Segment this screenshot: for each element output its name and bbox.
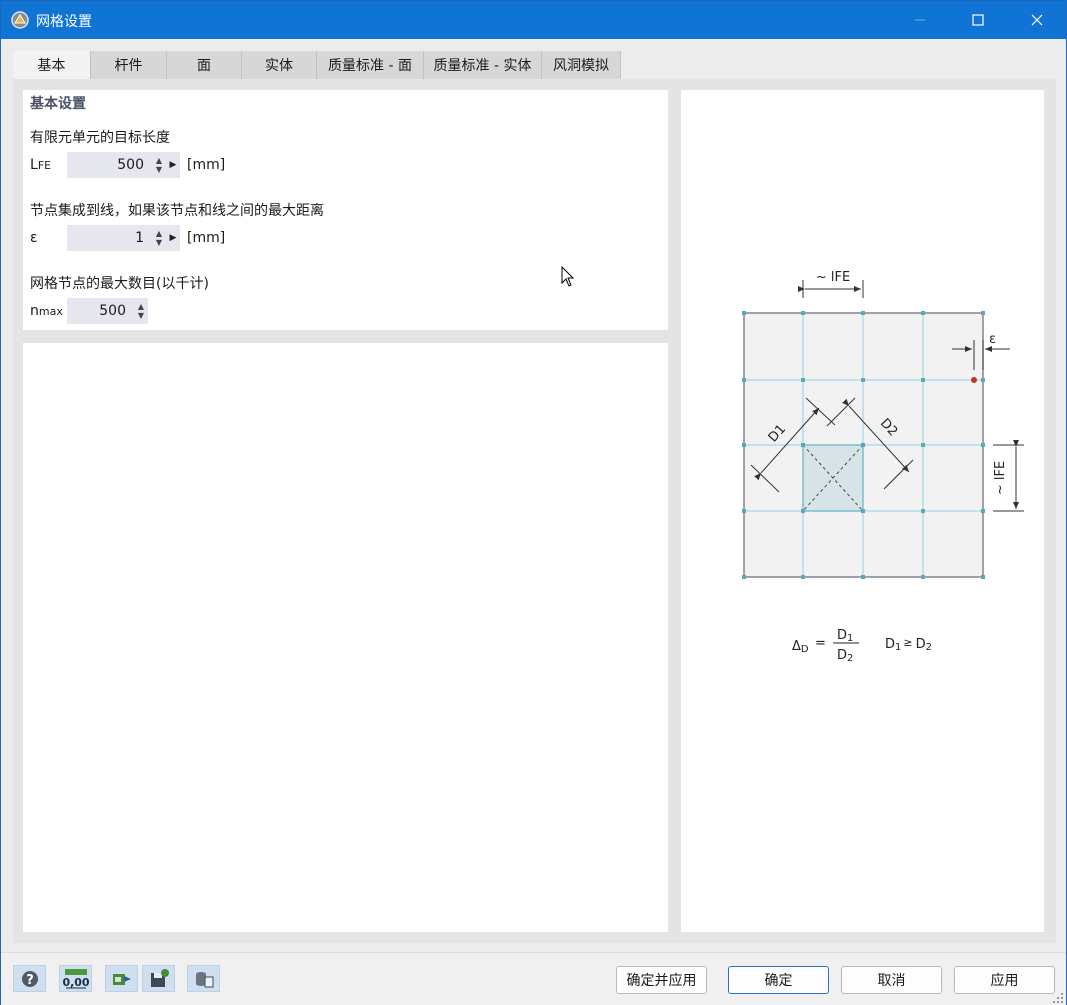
symbol-sub: max [38,305,63,318]
formula-condition: D1 ≥ D2 [885,636,932,653]
spin-arrows-icon[interactable]: ▲ ▼ [152,152,166,178]
close-button[interactable] [1014,1,1060,39]
tab-members[interactable]: 杆件 [91,51,167,79]
cancel-button[interactable]: 取消 [841,966,942,994]
section-title: 基本设置 [30,96,86,112]
button-label: 应用 [990,973,1019,989]
tab-label: 实体 [265,58,293,74]
aspect-ratio-formula: ΔD = D1 D2 D1 ≥ D2 [792,628,932,664]
mesh-settings-dialog: 网格设置 基本 杆件 面 实体 质量标准 - 面 质量标准 - 实体 风洞模拟 … [0,0,1067,1005]
epsilon-symbol: ε [30,230,38,246]
ok-button[interactable]: 确定 [728,966,829,994]
integrate-distance-unit: [mm] [187,230,226,246]
target-length-unit: [mm] [187,157,226,173]
target-length-value: 500 [117,157,144,173]
mesh-diagram: ~ lFE ε ~ lFE D1 D2 ΔD = D1 D2 D1 ≥ D2 [742,270,1024,664]
minimize-icon [915,19,925,21]
max-nodes-label: 网格节点的最大数目(以千计) [30,276,209,292]
export-button[interactable] [105,965,138,992]
tab-quality-surfaces[interactable]: 质量标准 - 面 [317,51,424,79]
load-defaults-icon [195,971,213,987]
title-bar: 网格设置 [1,1,1066,39]
formula-numerator: D1 [837,628,853,644]
tab-label: 风洞模拟 [553,58,609,74]
nmax-symbol: nmax [30,303,63,319]
save-defaults-icon [150,968,169,987]
save-defaults-button[interactable] [142,965,175,992]
maximize-button[interactable] [955,1,1001,39]
tab-label: 基本 [37,58,66,74]
diagram-panel: ~ lFE ε ~ lFE D1 D2 ΔD = D1 D2 D1 ≥ D2 [681,90,1044,932]
button-label: 取消 [877,973,906,989]
svg-text:0,00: 0,00 [63,976,89,989]
tab-label: 杆件 [114,58,143,74]
integrate-nodes-label: 节点集成到线，如果该节点和线之间的最大距离 [30,203,324,219]
help-icon: ? [21,970,38,988]
resize-grip-icon[interactable] [1053,993,1063,1003]
tab-label: 质量标准 - 实体 [433,58,532,74]
ok-and-apply-button[interactable]: 确定并应用 [616,966,707,994]
integrate-distance-input[interactable]: 1 ▲ ▼ ▶ [67,225,180,251]
tab-label: 质量标准 - 面 [328,58,412,74]
tab-solids[interactable]: 实体 [242,51,317,79]
apply-button[interactable]: 应用 [954,966,1055,994]
close-icon [1031,14,1043,26]
lfe-right-label: ~ lFE [993,461,1008,495]
spin-arrows-icon[interactable]: ▲ ▼ [152,225,166,251]
mouse-cursor-icon [561,266,575,287]
menu-arrow-icon[interactable]: ▶ [166,160,180,170]
tab-surfaces[interactable]: 面 [167,51,242,79]
symbol-sub: FE [37,159,52,172]
decimal-places-icon: 0,00 [63,968,89,989]
integrate-distance-value: 1 [135,230,144,246]
decimal-places-button[interactable]: 0,00 [59,965,92,992]
tab-strip: 基本 杆件 面 实体 质量标准 - 面 质量标准 - 实体 风洞模拟 [13,51,621,79]
basic-settings-panel: 基本设置 有限元单元的目标长度 LFE 500 ▲ ▼ ▶ [mm] 节点集成到线… [23,90,668,330]
formula-equals: = [815,636,826,651]
window-title: 网格设置 [36,14,92,30]
mesh-app-icon [11,11,29,29]
symbol-main: n [30,303,39,319]
button-label: 确定并应用 [626,973,697,989]
load-defaults-button[interactable] [187,965,220,992]
tab-wind-simulation[interactable]: 风洞模拟 [542,51,621,79]
maximize-icon [972,14,984,26]
tab-content: 基本设置 有限元单元的目标长度 LFE 500 ▲ ▼ ▶ [mm] 节点集成到线… [13,79,1056,943]
max-nodes-value: 500 [99,303,126,319]
empty-panel [23,343,668,932]
tab-quality-solids[interactable]: 质量标准 - 实体 [424,51,542,79]
lfe-top-label: ~ lFE [816,270,850,285]
target-length-input[interactable]: 500 ▲ ▼ ▶ [67,152,180,178]
symbol-main: L [30,157,38,173]
menu-arrow-icon[interactable]: ▶ [166,233,180,243]
epsilon-label: ε [989,332,996,347]
spin-arrows-icon[interactable]: ▲ ▼ [134,298,148,324]
lfe-symbol: LFE [30,157,51,173]
formula-delta: ΔD [792,639,809,655]
tab-basic[interactable]: 基本 [13,51,91,79]
dialog-footer: ? 0,00 确定并应用 确定 取消 应用 [1,952,1066,1005]
max-nodes-input[interactable]: 500 ▲ ▼ [67,298,148,324]
export-icon [112,973,131,985]
minimize-button[interactable] [897,1,943,39]
svg-text:?: ? [26,973,34,988]
highlighted-node [971,377,977,383]
tab-label: 面 [197,58,211,74]
help-button[interactable]: ? [13,965,46,992]
button-label: 确定 [764,973,793,989]
target-length-label: 有限元单元的目标长度 [30,130,170,146]
formula-denominator: D2 [837,648,853,664]
